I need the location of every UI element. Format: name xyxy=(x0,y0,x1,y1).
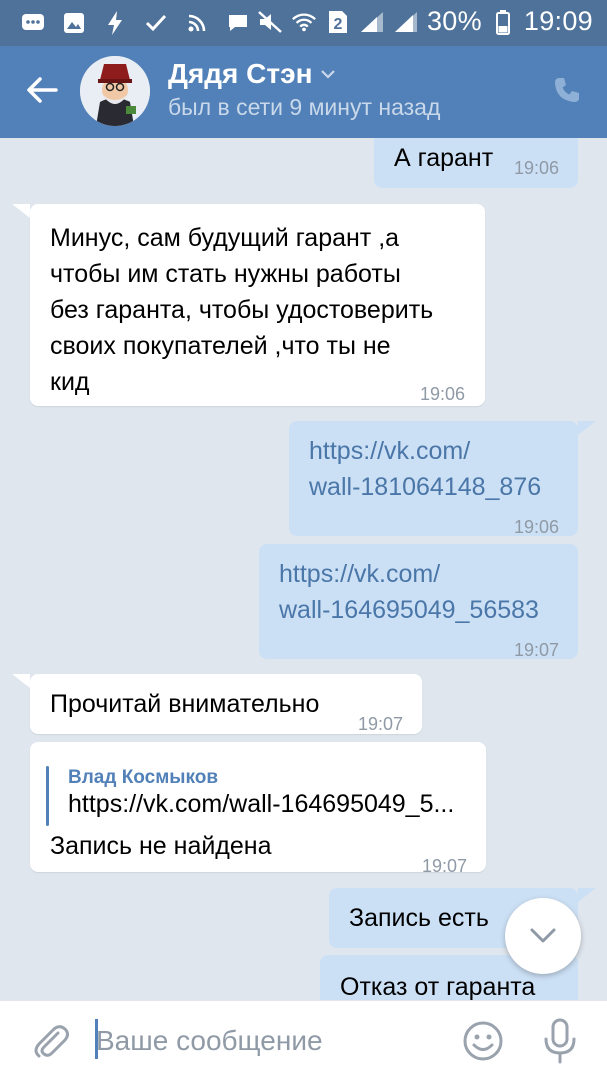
contact-name: Дядя Стэн xyxy=(168,58,313,89)
gallery-icon xyxy=(61,10,87,36)
message-outgoing[interactable]: А гарант 19:06 xyxy=(374,138,578,188)
clock: 19:09 xyxy=(523,6,593,36)
signal-icon xyxy=(359,9,385,35)
wifi-icon xyxy=(291,9,317,35)
microphone-icon xyxy=(544,1018,576,1064)
paperclip-icon xyxy=(34,1025,69,1058)
message-outgoing[interactable]: https://vk.com/ wall-164695049_56583 19:… xyxy=(259,544,578,660)
message-text: А гарант xyxy=(394,144,494,172)
call-button[interactable] xyxy=(549,72,585,108)
contact-title[interactable]: Дядя Стэн xyxy=(168,58,336,90)
scroll-down-button[interactable] xyxy=(505,898,581,974)
message-incoming[interactable]: Прочитай внимательно 19:07 xyxy=(30,674,422,734)
message-text: Запись не найдена xyxy=(50,832,272,860)
battery-percent: 30% xyxy=(426,6,482,36)
status-bar: 2 30% 19:09 xyxy=(0,0,607,46)
messages-icon xyxy=(20,10,46,36)
rss-icon xyxy=(184,10,210,36)
message-input[interactable] xyxy=(96,1019,436,1063)
message-time: 19:06 xyxy=(514,158,560,178)
svg-text:2: 2 xyxy=(334,16,343,33)
message-link[interactable]: https://vk.com/ wall-181064148_876 xyxy=(309,433,541,505)
signal-icon xyxy=(393,9,419,35)
message-list[interactable]: А гарант 19:06 Минус, сам будущий гарант… xyxy=(0,138,607,1000)
message-incoming[interactable]: Минус, сам будущий гарант ,а чтобы им ст… xyxy=(30,204,485,406)
message-time: 19:06 xyxy=(420,384,466,404)
sim-icon: 2 xyxy=(325,9,351,35)
bubble-tail xyxy=(578,888,596,902)
contact-status: был в сети 9 минут назад xyxy=(168,94,441,120)
message-incoming[interactable]: Влад Космыков https://vk.com/wall-164695… xyxy=(30,742,486,876)
message-time: 19:07 xyxy=(422,856,468,876)
message-composer xyxy=(0,1000,607,1080)
message-outgoing[interactable]: https://vk.com/ wall-181064148_876 19:06 xyxy=(289,421,578,537)
voice-message-button[interactable] xyxy=(540,1017,580,1065)
forward-bar xyxy=(46,766,49,826)
chevron-down-icon xyxy=(321,70,336,79)
chat-header: Дядя Стэн был в сети 9 минут назад xyxy=(0,46,607,138)
emoji-button[interactable] xyxy=(462,1020,504,1062)
flash-icon xyxy=(102,10,128,36)
message-text: Отказ от гаранта xyxy=(340,973,536,1000)
message-time: 19:07 xyxy=(358,714,404,734)
avatar-image xyxy=(80,56,150,126)
message-text: Запись есть xyxy=(349,904,489,932)
message-time: 19:06 xyxy=(514,517,560,537)
attach-button[interactable] xyxy=(30,1021,70,1061)
bubble-tail xyxy=(12,204,30,218)
bubble-tail xyxy=(578,421,596,435)
check-icon xyxy=(143,10,169,36)
system-indicators: 2 30% 19:09 xyxy=(257,6,593,37)
chat-icon xyxy=(225,10,251,36)
avatar[interactable] xyxy=(80,56,150,126)
message-text: Минус, сам будущий гарант ,а чтобы им ст… xyxy=(50,224,434,396)
phone-icon xyxy=(555,78,579,102)
mute-icon xyxy=(257,9,283,35)
message-time: 19:07 xyxy=(514,640,560,660)
forward-text[interactable]: https://vk.com/wall-164695049_5... xyxy=(68,786,454,822)
back-button[interactable] xyxy=(20,68,64,112)
chevron-down-icon xyxy=(530,928,556,943)
arrow-left-icon xyxy=(27,77,58,103)
battery-icon xyxy=(490,9,516,35)
notification-icons xyxy=(20,10,251,36)
bubble-tail xyxy=(12,674,30,688)
smile-icon xyxy=(463,1021,503,1061)
message-link[interactable]: https://vk.com/ wall-164695049_56583 xyxy=(279,556,539,628)
message-text: Прочитай внимательно xyxy=(50,690,320,718)
